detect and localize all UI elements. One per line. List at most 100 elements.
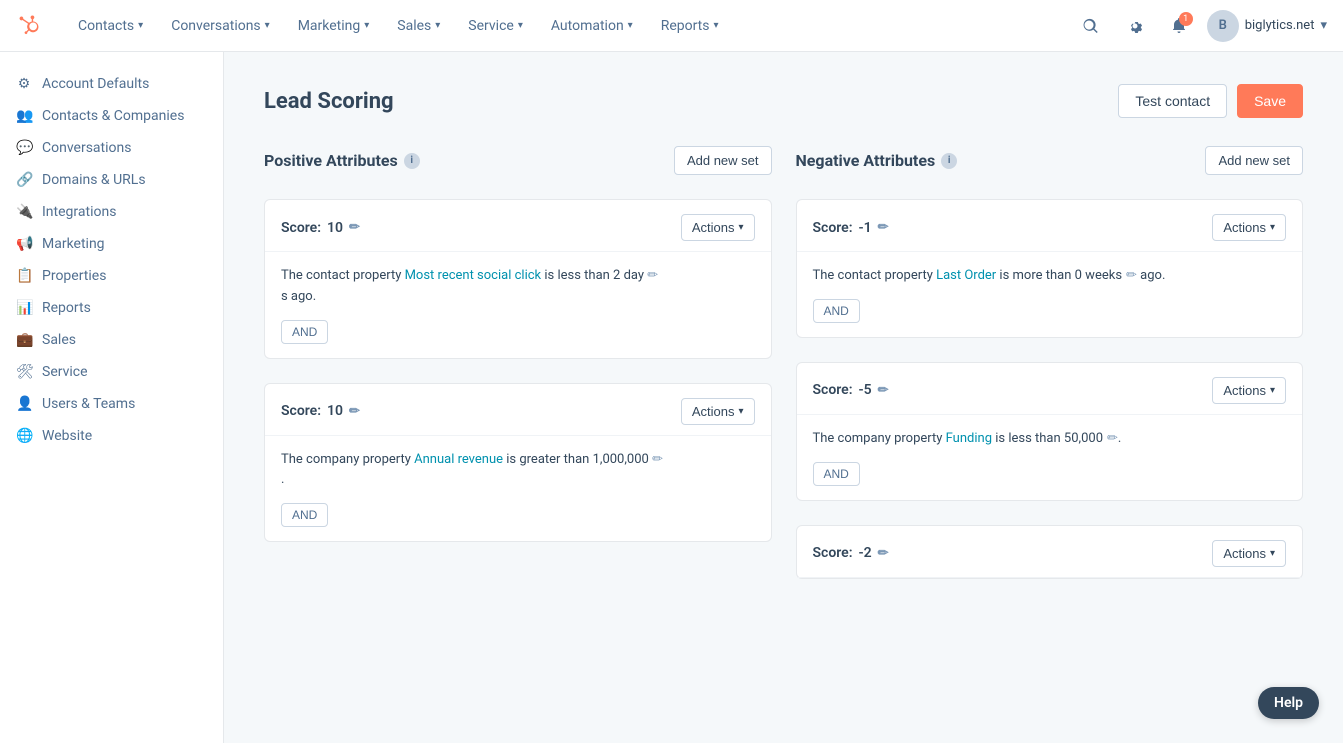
- notification-badge: 1: [1179, 12, 1193, 26]
- chevron-down-icon: ▾: [628, 20, 633, 31]
- edit-neg-condition-2-icon[interactable]: ✏: [1107, 431, 1118, 446]
- nav-service[interactable]: Service ▾: [454, 0, 537, 52]
- sidebar-item-marketing[interactable]: 📢 Marketing: [0, 228, 223, 260]
- website-icon: 🌐: [16, 428, 32, 444]
- positive-score-2-label: Score: 10 ✏: [281, 403, 360, 419]
- sidebar: ⚙ Account Defaults 👥 Contacts & Companie…: [0, 52, 224, 743]
- info-icon-neg[interactable]: i: [941, 153, 957, 169]
- nav-reports[interactable]: Reports ▾: [647, 0, 733, 52]
- settings-button[interactable]: [1119, 10, 1151, 42]
- main-content: Lead Scoring Test contact Save Positive …: [224, 52, 1343, 743]
- negative-card-3-header: Score: -2 ✏ Actions ▾: [797, 526, 1303, 578]
- positive-card-1-body: The contact property Most recent social …: [265, 252, 771, 358]
- hubspot-logo[interactable]: [16, 12, 44, 40]
- positive-condition-2: The company property Annual revenue is g…: [281, 450, 755, 492]
- property-link-2[interactable]: Annual revenue: [414, 452, 503, 467]
- chat-icon: 💬: [16, 140, 32, 156]
- positive-card-2-header: Score: 10 ✏ Actions ▾: [265, 384, 771, 436]
- caret-down-icon: ▾: [1270, 548, 1275, 559]
- edit-neg-score-2-icon[interactable]: ✏: [878, 383, 889, 398]
- chevron-down-icon: ▾: [435, 20, 440, 31]
- neg-property-link-1[interactable]: Last Order: [936, 268, 996, 283]
- positive-card-2-actions-button[interactable]: Actions ▾: [681, 398, 755, 425]
- negative-card-3-actions-button[interactable]: Actions ▾: [1212, 540, 1286, 567]
- sidebar-item-users-teams[interactable]: 👤 Users & Teams: [0, 388, 223, 420]
- negative-card-2-and-button[interactable]: AND: [813, 462, 860, 486]
- chevron-down-icon: ▾: [265, 20, 270, 31]
- save-button[interactable]: Save: [1237, 84, 1303, 118]
- negative-card-1-and-button[interactable]: AND: [813, 299, 860, 323]
- negative-card-1-body: The contact property Last Order is more …: [797, 252, 1303, 337]
- service-icon: 🛠: [16, 364, 32, 380]
- negative-score-3-label: Score: -2 ✏: [813, 545, 889, 561]
- positive-card-1-actions-button[interactable]: Actions ▾: [681, 214, 755, 241]
- edit-score-2-icon[interactable]: ✏: [349, 404, 360, 419]
- sidebar-item-contacts-companies[interactable]: 👥 Contacts & Companies: [0, 100, 223, 132]
- negative-attributes-header: Negative Attributes i Add new set: [796, 146, 1304, 175]
- negative-card-1-header: Score: -1 ✏ Actions ▾: [797, 200, 1303, 252]
- chevron-down-icon: ▾: [138, 20, 143, 31]
- negative-card-2-body: The company property Funding is less tha…: [797, 415, 1303, 500]
- edit-condition-1-icon[interactable]: ✏: [647, 268, 658, 283]
- chevron-down-icon: ▾: [714, 20, 719, 31]
- property-link-1[interactable]: Most recent social click: [405, 268, 542, 283]
- caret-down-icon: ▾: [738, 406, 743, 417]
- positive-card-2-and-button[interactable]: AND: [281, 503, 328, 527]
- negative-add-new-set-button[interactable]: Add new set: [1205, 146, 1303, 175]
- negative-score-card-2: Score: -5 ✏ Actions ▾ The company proper…: [796, 362, 1304, 501]
- edit-score-1-icon[interactable]: ✏: [349, 220, 360, 235]
- negative-attributes-title: Negative Attributes i: [796, 151, 958, 170]
- positive-attributes-header: Positive Attributes i Add new set: [264, 146, 772, 175]
- marketing-icon: 📢: [16, 236, 32, 252]
- caret-down-icon: ▾: [1270, 222, 1275, 233]
- negative-card-2-actions-button[interactable]: Actions ▾: [1212, 377, 1286, 404]
- users-icon: 👥: [16, 108, 32, 124]
- negative-score-card-3: Score: -2 ✏ Actions ▾: [796, 525, 1304, 579]
- notifications-button[interactable]: 1: [1163, 10, 1195, 42]
- sales-icon: 💼: [16, 332, 32, 348]
- caret-down-icon: ▾: [738, 222, 743, 233]
- help-button[interactable]: Help: [1258, 687, 1319, 719]
- page-layout: ⚙ Account Defaults 👥 Contacts & Companie…: [0, 52, 1343, 743]
- edit-neg-condition-1-icon[interactable]: ✏: [1126, 268, 1137, 283]
- positive-card-1-and-button[interactable]: AND: [281, 320, 328, 344]
- edit-condition-2-icon[interactable]: ✏: [652, 452, 663, 467]
- negative-card-1-actions-button[interactable]: Actions ▾: [1212, 214, 1286, 241]
- sidebar-item-conversations[interactable]: 💬 Conversations: [0, 132, 223, 164]
- team-icon: 👤: [16, 396, 32, 412]
- sidebar-item-properties[interactable]: 📋 Properties: [0, 260, 223, 292]
- lead-scoring-header: Lead Scoring Test contact Save: [264, 84, 1303, 118]
- nav-marketing[interactable]: Marketing ▾: [284, 0, 384, 52]
- gear-icon: ⚙: [16, 76, 32, 92]
- positive-add-new-set-button[interactable]: Add new set: [674, 146, 772, 175]
- sidebar-item-service[interactable]: 🛠 Service: [0, 356, 223, 388]
- avatar: B: [1207, 10, 1239, 42]
- edit-neg-score-1-icon[interactable]: ✏: [878, 220, 889, 235]
- search-button[interactable]: [1075, 10, 1107, 42]
- positive-score-card-2: Score: 10 ✏ Actions ▾ The company proper…: [264, 383, 772, 543]
- negative-score-2-label: Score: -5 ✏: [813, 382, 889, 398]
- nav-conversations[interactable]: Conversations ▾: [157, 0, 284, 52]
- nav-contacts[interactable]: Contacts ▾: [64, 0, 157, 52]
- reports-icon: 📊: [16, 300, 32, 316]
- sidebar-item-integrations[interactable]: 🔌 Integrations: [0, 196, 223, 228]
- neg-property-link-2[interactable]: Funding: [946, 431, 992, 446]
- positive-condition-1: The contact property Most recent social …: [281, 266, 755, 308]
- nav-sales[interactable]: Sales ▾: [383, 0, 454, 52]
- chevron-down-icon: ▾: [1320, 18, 1327, 33]
- user-menu[interactable]: B biglytics.net ▾: [1207, 10, 1327, 42]
- sidebar-item-domains-urls[interactable]: 🔗 Domains & URLs: [0, 164, 223, 196]
- negative-score-card-1: Score: -1 ✏ Actions ▾ The contact proper…: [796, 199, 1304, 338]
- sidebar-item-reports[interactable]: 📊 Reports: [0, 292, 223, 324]
- positive-card-2-body: The company property Annual revenue is g…: [265, 436, 771, 542]
- test-contact-button[interactable]: Test contact: [1118, 84, 1227, 118]
- sidebar-item-website[interactable]: 🌐 Website: [0, 420, 223, 452]
- nav-automation[interactable]: Automation ▾: [537, 0, 647, 52]
- plug-icon: 🔌: [16, 204, 32, 220]
- negative-card-2-header: Score: -5 ✏ Actions ▾: [797, 363, 1303, 415]
- edit-neg-score-3-icon[interactable]: ✏: [878, 546, 889, 561]
- sidebar-item-account-defaults[interactable]: ⚙ Account Defaults: [0, 68, 223, 100]
- info-icon[interactable]: i: [404, 153, 420, 169]
- caret-down-icon: ▾: [1270, 385, 1275, 396]
- sidebar-item-sales[interactable]: 💼 Sales: [0, 324, 223, 356]
